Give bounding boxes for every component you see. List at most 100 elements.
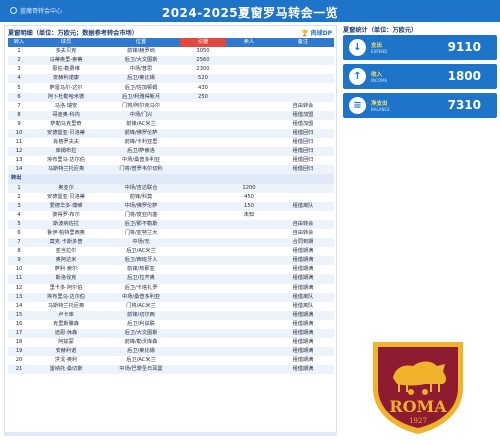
table-cell: 亚当拉尔: [55, 248, 77, 255]
table-cell: 430: [198, 84, 208, 91]
table-cell: 萨雷马尔-达尔: [49, 84, 83, 91]
stat-sub: EXPEND: [371, 49, 388, 54]
table-cell: 迪恩·休森: [30, 329, 102, 339]
table-cell: 前锋/赫罗纳: [127, 48, 155, 55]
table-cell: 租借离队: [292, 302, 314, 309]
table-cell: 后卫/那不勒斯: [102, 219, 180, 229]
table-cell: [180, 284, 226, 293]
table-cell: 1: [8, 183, 30, 193]
table-cell: [226, 356, 272, 365]
table-cell: 爱德华多·博维: [30, 201, 102, 211]
table-cell: [226, 83, 272, 92]
table-cell: 2: [17, 193, 21, 200]
table-cell: 马洛·瑞安: [54, 102, 78, 109]
as-roma-crest-icon: ROMA 1927: [373, 342, 463, 434]
table-cell: 12: [8, 147, 30, 157]
table-cell: 租借期满: [272, 329, 334, 339]
table-cell: 斯洛伐克: [30, 274, 102, 284]
table-cell: 前锋/切尔西: [102, 310, 180, 320]
table-cell: 后卫/AC米兰: [126, 357, 156, 364]
table-cell: [226, 47, 272, 56]
table-cell: 租借期满: [272, 310, 334, 320]
table-cell: [226, 247, 272, 256]
table-cell: 租借回归: [272, 165, 334, 175]
table-cell: [180, 201, 226, 211]
table-cell: 多夫贝克: [55, 48, 77, 55]
table-cell: 肖格罗夫夫: [53, 139, 79, 146]
table-cell: 萨利·索尔: [54, 266, 78, 273]
table-cell: 后卫/AC米兰: [126, 248, 156, 255]
table-cell: 门将/皮亚内塞: [124, 211, 158, 218]
table-cell: 3: [17, 66, 21, 73]
table-cell: 埃布里马·达尔伯: [30, 292, 102, 302]
col-header: 转入: [8, 38, 30, 48]
table-cell: [180, 183, 226, 193]
table-cell: [272, 83, 334, 92]
transfer-out-row: 18 阿兹蒙 前锋/勒沃库森 租借期满: [8, 338, 334, 347]
table-cell: [226, 274, 272, 284]
table-cell: 9: [17, 120, 21, 127]
table-cell: 租借期满: [272, 256, 334, 266]
table-cell: 中场/佛罗伦萨: [102, 201, 180, 211]
table-cell: 后卫/莱比锡: [102, 347, 180, 357]
transfer-table: 转入 球员 位置 引援 卖人 备注 1 多夫贝克 前锋/赫罗纳 3050 2 马蒂奥里-索…: [8, 38, 334, 375]
table-cell: 16: [15, 320, 23, 327]
transfer-out-row: 15 卢卡库 前锋/切尔西 租借期满: [8, 310, 334, 320]
table-cell: 6: [8, 92, 30, 102]
table-cell: [180, 274, 226, 284]
table-cell: 19: [8, 347, 30, 357]
table-cell: 前锋/佛罗伦萨: [102, 128, 180, 139]
table-cell: 租借期满: [292, 357, 314, 364]
table-cell: 彼得罗·布尔: [52, 211, 80, 218]
stat-label: 收入: [371, 72, 383, 78]
table-cell: 门将/AC米兰: [126, 302, 156, 309]
table-cell: [226, 138, 272, 147]
table-cell: 1200: [226, 183, 272, 193]
transfer-in-row: 11 肖格罗夫夫 前锋/卡利亚里 租借回归: [8, 138, 334, 147]
table-cell: 2: [8, 56, 30, 66]
transfer-out-row: 16 克里斯滕森 后卫/利兹联 租借期满: [8, 320, 334, 329]
table-cell: 卢卡库: [30, 310, 102, 320]
transfer-out-row: 21 雷纳托·桑切斯 中场/巴黎圣日耳曼 租借期满: [8, 365, 334, 375]
table-cell: 8: [17, 248, 21, 255]
table-cell: [226, 156, 272, 165]
transfer-out-row: 19 安赫利诺 后卫/莱比锡 租借期满: [8, 347, 334, 357]
table-cell: 5: [17, 84, 21, 91]
table-cell: [226, 110, 272, 120]
table-cell: 后卫/卡塔扎罗: [124, 284, 158, 291]
stat-sub: INCOME: [371, 78, 388, 83]
table-cell: 安赫利诺: [30, 347, 102, 357]
col-header: 引援: [180, 38, 226, 48]
table-cell: [180, 110, 226, 120]
table-cell: 中场/普思: [129, 66, 153, 73]
table-cell: 10: [15, 266, 23, 273]
transfer-out-row: 11 斯洛伐克 后卫/拉齐奥 租借期满: [8, 274, 334, 284]
table-cell: 阿兹蒙: [58, 339, 74, 346]
transfer-out-row: 17 迪恩·休森 后卫/大文图斯 租借期满: [8, 329, 334, 339]
transfer-in-row: 6 阿卜杜勒哈米德 后卫/利雅得新月 250: [8, 92, 334, 102]
table-cell: [226, 238, 272, 248]
table-cell: 租借期满: [292, 266, 314, 273]
table-cell: [180, 229, 226, 238]
table-cell: 安赫利诺康: [30, 74, 102, 84]
table-cell: [272, 92, 334, 102]
table-cell: 奥阿达米: [30, 256, 102, 266]
table-footer-bar: [4, 432, 337, 436]
table-cell: [180, 256, 226, 266]
table-cell: 后卫/萨索洛: [102, 147, 180, 157]
table-cell: [272, 193, 334, 202]
table-cell: 1: [17, 48, 21, 55]
table-cell: 租借期满: [272, 347, 334, 357]
coins-icon: ≡: [349, 97, 366, 114]
transfer-in-row: 4 安赫利诺康 后卫/莱比锡 520: [8, 74, 334, 84]
transfer-out-row: 5 斯波纳佐拉 后卫/那不勒斯 自由转会: [8, 219, 334, 229]
stat-card-expend: ↓ 支出 EXPEND 9110: [343, 35, 497, 60]
table-cell: 后卫/大文图斯: [102, 56, 180, 66]
table-cell: 租借期满: [272, 274, 334, 284]
table-cell: [226, 147, 272, 157]
table-cell: 21: [8, 365, 30, 375]
table-cell: 雷纳托·桑切斯: [30, 365, 102, 375]
transfer-out-row: 1 奥亚尔 中场/吉达联合 1200: [8, 183, 334, 193]
table-cell: 2560: [180, 56, 226, 66]
table-cell: 斯波纳佐拉: [30, 219, 102, 229]
